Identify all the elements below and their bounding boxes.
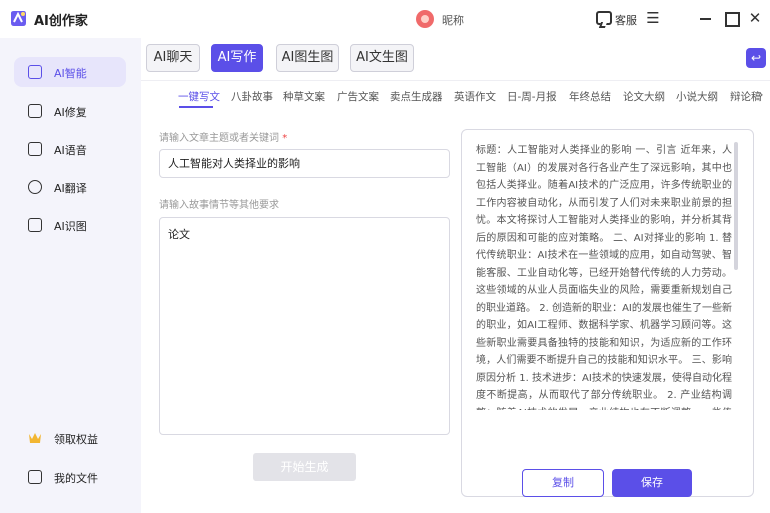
avatar[interactable] (416, 10, 434, 28)
app-logo-icon (11, 11, 26, 26)
sidebar-item-ai-translate[interactable]: AI翻译 (14, 172, 126, 202)
app-title: AI创作家 (34, 14, 88, 29)
scrollbar[interactable] (734, 142, 738, 270)
sidebar-item-ai-smart[interactable]: AI智能 (14, 57, 126, 87)
story-field-label: 请输入故事情节等其他要求 (159, 200, 279, 211)
output-panel: 标题：人工智能对人类择业的影响 一、引言 近年来，人工智能（AI）的发展对各行各… (461, 129, 754, 497)
main-panel: AI聊天 AI写作 AI图生图 AI文生图 ↩ 一键写文 八卦故事 种草文案 广… (141, 38, 770, 513)
chevron-right-icon[interactable]: › (759, 88, 763, 101)
repair-icon (28, 104, 42, 118)
story-textarea[interactable]: 论文 (159, 217, 450, 435)
menu-icon[interactable]: ☰ (644, 9, 662, 27)
generate-button[interactable]: 开始生成 (253, 453, 356, 481)
smart-icon (28, 65, 42, 79)
copy-button[interactable]: 复制 (522, 469, 604, 497)
translate-icon (28, 180, 42, 194)
sidebar-item-ai-voice[interactable]: AI语音 (14, 134, 126, 164)
title-bar: AI创作家 昵称 客服 ☰ ✕ (0, 0, 770, 38)
save-button[interactable]: 保存 (612, 469, 692, 497)
tab-ai-image-to-image[interactable]: AI图生图 (276, 44, 339, 72)
sidebar-item-label: 我的文件 (54, 472, 98, 485)
sidebar-item-label: AI智能 (54, 67, 87, 80)
sidebar-item-label: AI语音 (54, 144, 87, 157)
customer-service-label[interactable]: 客服 (615, 12, 637, 28)
maximize-icon[interactable] (722, 9, 740, 27)
sidebar-item-label: AI修复 (54, 106, 87, 119)
voice-icon (28, 142, 42, 156)
category-tab-selling-point[interactable]: 卖点生成器 (390, 89, 443, 104)
customer-service-icon[interactable] (596, 11, 612, 25)
category-tab-debate[interactable]: 辩论稿 (730, 89, 762, 104)
sidebar-item-label: 领取权益 (54, 433, 98, 446)
close-icon[interactable]: ✕ (746, 9, 764, 27)
sidebar-item-ai-image-recognition[interactable]: AI识图 (14, 210, 126, 240)
sidebar-item-claim-benefits[interactable]: 领取权益 (14, 423, 126, 453)
sidebar-item-label: AI翻译 (54, 182, 87, 195)
tab-ai-text-to-image[interactable]: AI文生图 (350, 44, 414, 72)
sidebar: AI智能 AI修复 AI语音 AI翻译 AI识图 领取权益 我的文件 (0, 38, 140, 513)
sidebar-item-ai-repair[interactable]: AI修复 (14, 96, 126, 126)
title-field-label: 请输入文章主题或者关键词 * (159, 133, 288, 144)
image-icon (28, 218, 42, 232)
category-tab-novel-outline[interactable]: 小说大纲 (676, 89, 718, 104)
category-tab-seeding-copy[interactable]: 种草文案 (283, 89, 325, 104)
generated-article: 标题：人工智能对人类择业的影响 一、引言 近年来，人工智能（AI）的发展对各行各… (476, 145, 732, 410)
category-tab-paper-outline[interactable]: 论文大纲 (623, 89, 665, 104)
active-tab-indicator (179, 106, 213, 108)
category-tab-ad-copy[interactable]: 广告文案 (337, 89, 379, 104)
category-tab-year-end-summary[interactable]: 年终总结 (569, 89, 611, 104)
category-tab-one-click-writing[interactable]: 一键写文 (178, 89, 220, 104)
tab-ai-chat[interactable]: AI聊天 (146, 44, 200, 72)
title-input[interactable]: 人工智能对人类择业的影响 (159, 149, 450, 178)
category-tab-reports[interactable]: 日-周-月报 (507, 89, 557, 104)
tab-ai-writing[interactable]: AI写作 (211, 44, 263, 72)
user-name[interactable]: 昵称 (442, 12, 464, 28)
sidebar-item-my-files[interactable]: 我的文件 (14, 462, 126, 492)
sidebar-item-label: AI识图 (54, 220, 87, 233)
divider (141, 80, 770, 81)
minimize-icon[interactable] (697, 9, 715, 27)
crown-icon (29, 433, 41, 443)
category-tab-english-essay[interactable]: 英语作文 (454, 89, 496, 104)
undo-icon[interactable]: ↩ (746, 48, 766, 68)
category-tab-gossip-story[interactable]: 八卦故事 (231, 89, 273, 104)
file-icon (28, 470, 42, 484)
